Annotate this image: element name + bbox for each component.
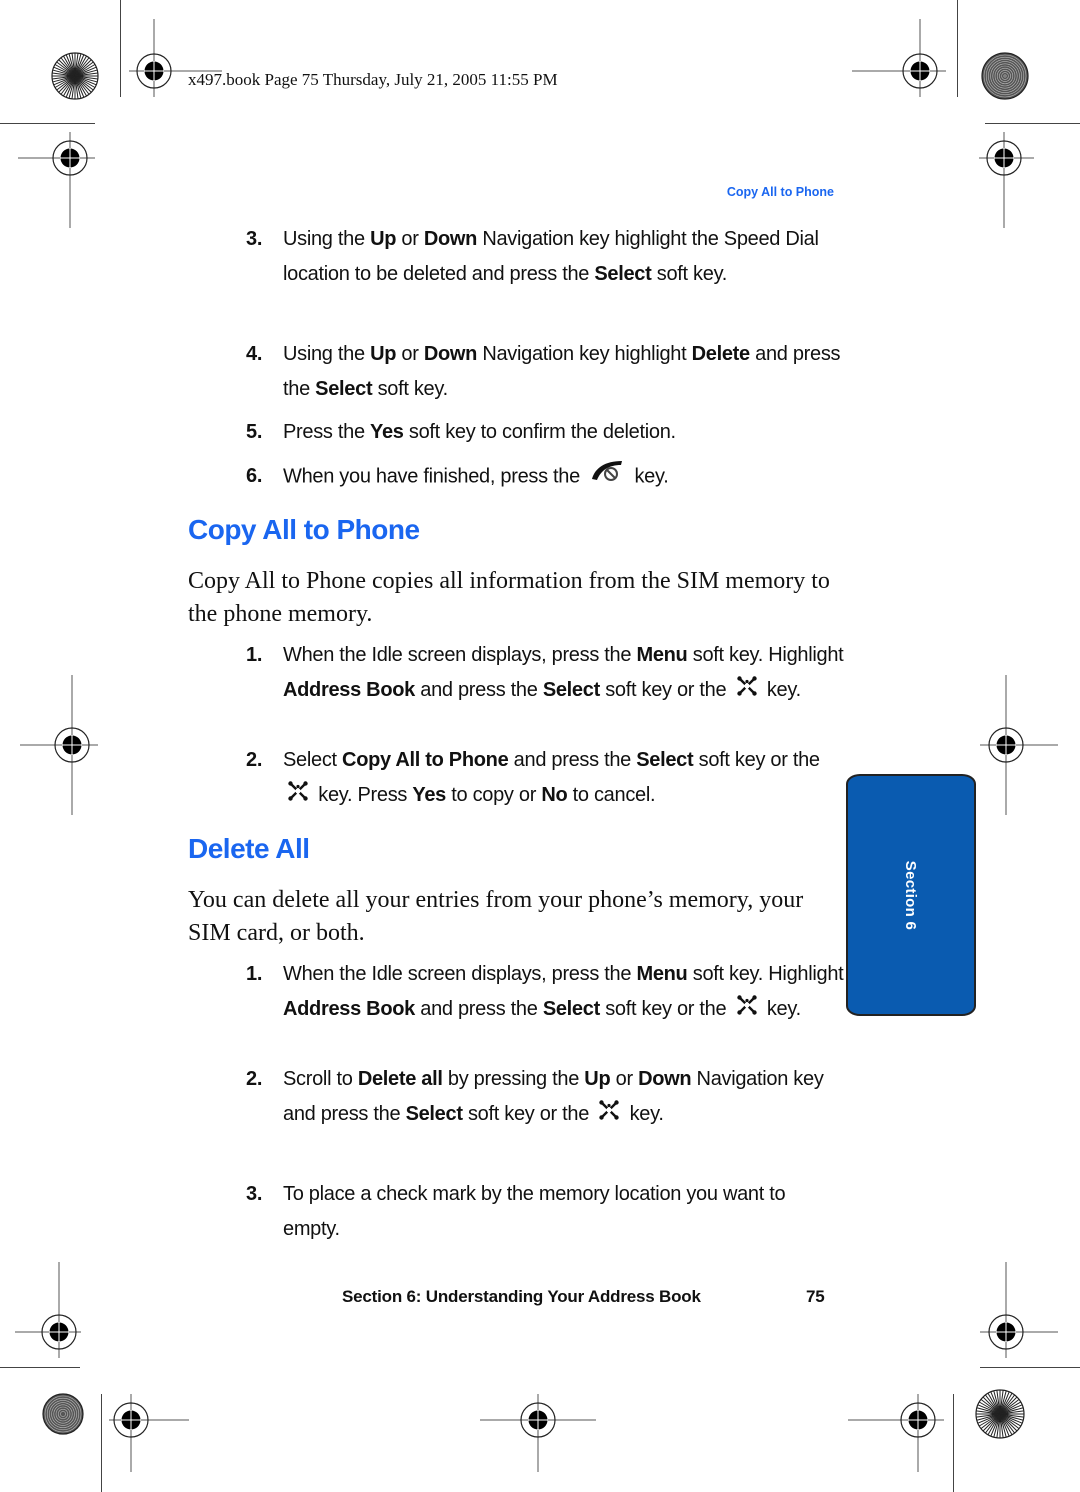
running-head: Copy All to Phone bbox=[726, 185, 834, 199]
step-text: Scroll to Delete all by pressing the Up … bbox=[283, 1062, 846, 1132]
end-key-icon bbox=[589, 459, 625, 495]
key-name: Down bbox=[638, 1068, 692, 1090]
key-name: Down bbox=[423, 228, 478, 250]
crop-line bbox=[953, 1394, 954, 1492]
color-bar-target-mark bbox=[981, 52, 1029, 100]
list-item: 2. Select Copy All to Phone and press the… bbox=[246, 743, 846, 813]
crosshair-mark bbox=[980, 1262, 1058, 1358]
step-number: 3. bbox=[246, 228, 263, 250]
key-name: Menu bbox=[636, 644, 688, 666]
step-number: 3. bbox=[246, 1183, 263, 1205]
footer-section-title: Section 6: Understanding Your Address Bo… bbox=[342, 1287, 701, 1306]
section-tab: Section 6 bbox=[846, 774, 976, 1016]
key-name: Copy All to Phone bbox=[342, 749, 509, 771]
key-name: Yes bbox=[412, 784, 446, 806]
step-number: 4. bbox=[246, 343, 263, 365]
crop-line bbox=[0, 1367, 80, 1368]
key-name: Select bbox=[542, 679, 600, 701]
crosshair-mark bbox=[480, 1394, 596, 1472]
section-tab-label: Section 6 bbox=[902, 860, 920, 930]
crosshair-mark bbox=[852, 19, 946, 97]
nav-key-icon bbox=[598, 1097, 620, 1132]
list-item: 6. When you have finished, press the key. bbox=[246, 459, 846, 495]
step-text: Using the Up or Down Navigation key high… bbox=[283, 228, 819, 285]
crosshair-mark bbox=[109, 1394, 189, 1472]
section-intro-copy-all: Copy All to Phone copies all information… bbox=[188, 568, 830, 627]
key-name: Up bbox=[370, 228, 397, 250]
key-name: Delete all bbox=[357, 1068, 443, 1090]
step-number: 2. bbox=[246, 749, 263, 771]
list-item: 1. When the Idle screen displays, press t… bbox=[246, 638, 846, 708]
crosshair-mark bbox=[979, 132, 1034, 228]
key-name: Select bbox=[594, 263, 652, 285]
step-text: When the Idle screen displays, press the… bbox=[283, 957, 846, 1027]
key-name: Up bbox=[584, 1068, 611, 1090]
list-item: 5. Press the Yes soft key to confirm the … bbox=[246, 415, 846, 450]
key-name: Address Book bbox=[283, 679, 415, 701]
key-name: Select bbox=[315, 378, 373, 400]
step-number: 1. bbox=[246, 644, 263, 666]
key-name: Address Book bbox=[283, 998, 415, 1020]
section-heading-copy-all: Copy All to Phone bbox=[188, 514, 420, 545]
list-item: 1. When the Idle screen displays, press t… bbox=[246, 957, 846, 1027]
list-item: 3. Using the Up or Down Navigation key hi… bbox=[246, 222, 846, 292]
step-number: 5. bbox=[246, 421, 263, 443]
nav-key-icon bbox=[736, 673, 758, 708]
crop-line bbox=[120, 0, 121, 97]
key-name: Delete bbox=[691, 343, 751, 365]
step-text: Using the Up or Down Navigation key high… bbox=[283, 343, 841, 400]
key-name: Menu bbox=[636, 963, 688, 985]
crosshair-mark bbox=[18, 132, 95, 228]
printer-slug: x497.book Page 75 Thursday, July 21, 200… bbox=[188, 70, 558, 89]
key-name: Select bbox=[542, 998, 600, 1020]
footer-page-number: 75 bbox=[806, 1287, 825, 1306]
step-text: To place a check mark by the memory loca… bbox=[283, 1183, 786, 1240]
list-item: 2. Scroll to Delete all by pressing the U… bbox=[246, 1062, 846, 1132]
key-name: No bbox=[541, 784, 568, 806]
nav-key-icon bbox=[736, 992, 758, 1027]
key-name: Up bbox=[370, 343, 397, 365]
list-item: 4. Using the Up or Down Navigation key hi… bbox=[246, 337, 846, 407]
section-heading-delete-all: Delete All bbox=[188, 833, 310, 864]
key-name: Select bbox=[405, 1103, 463, 1125]
key-name: Down bbox=[423, 343, 478, 365]
crop-line bbox=[980, 1367, 1080, 1368]
list-item: 3. To place a check mark by the memory lo… bbox=[246, 1177, 846, 1247]
step-number: 2. bbox=[246, 1068, 263, 1090]
crop-line bbox=[985, 123, 1080, 124]
section-intro-delete-all: You can delete all your entries from you… bbox=[188, 887, 804, 946]
step-text: When the Idle screen displays, press the… bbox=[283, 638, 846, 708]
color-bar-target-mark bbox=[42, 1393, 84, 1435]
crosshair-mark bbox=[20, 675, 98, 815]
starburst-mark bbox=[51, 52, 99, 100]
key-name: Yes bbox=[370, 421, 404, 443]
key-name: Select bbox=[636, 749, 694, 771]
crosshair-mark bbox=[848, 1394, 944, 1472]
crosshair-mark bbox=[15, 1262, 81, 1358]
starburst-mark bbox=[975, 1389, 1025, 1439]
step-number: 1. bbox=[246, 963, 263, 985]
step-text: When you have finished, press the key. bbox=[283, 459, 846, 495]
nav-key-icon bbox=[287, 778, 309, 813]
step-number: 6. bbox=[246, 465, 263, 487]
crosshair-mark bbox=[980, 675, 1058, 815]
step-text: Press the Yes soft key to confirm the de… bbox=[283, 421, 676, 443]
crop-line bbox=[101, 1394, 102, 1492]
step-text: Select Copy All to Phone and press the S… bbox=[283, 743, 846, 813]
crop-line bbox=[957, 0, 958, 97]
crop-line bbox=[0, 123, 95, 124]
